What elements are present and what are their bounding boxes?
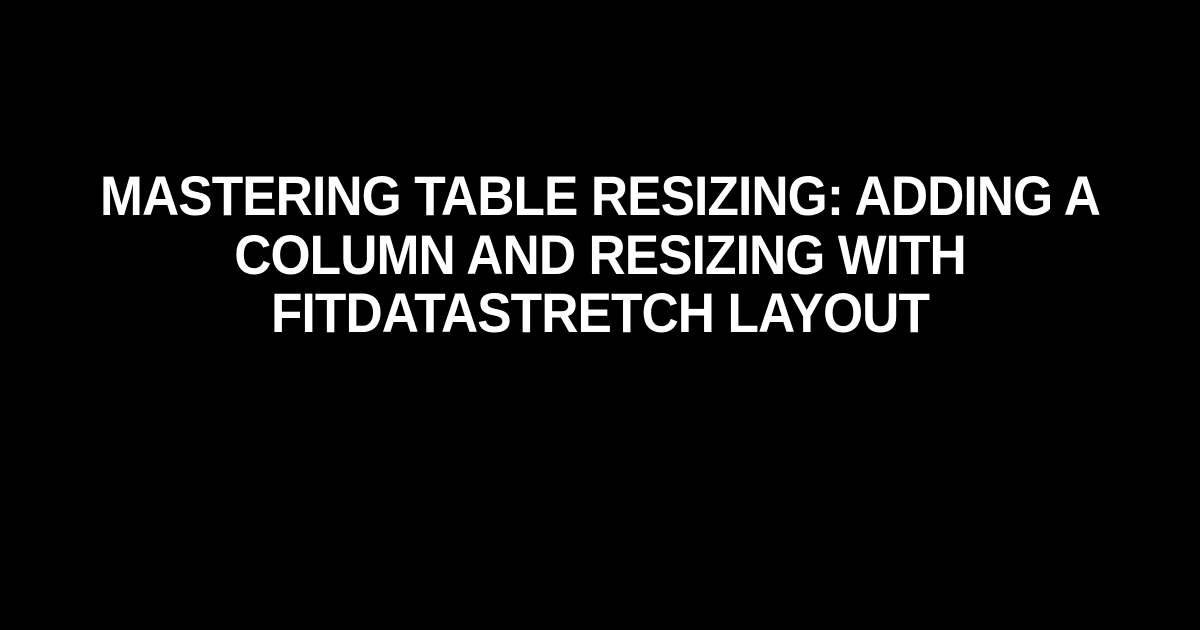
page-title: Mastering Table Resizing: Adding a Colum… xyxy=(85,167,1115,343)
title-container: Mastering Table Resizing: Adding a Colum… xyxy=(0,167,1200,343)
